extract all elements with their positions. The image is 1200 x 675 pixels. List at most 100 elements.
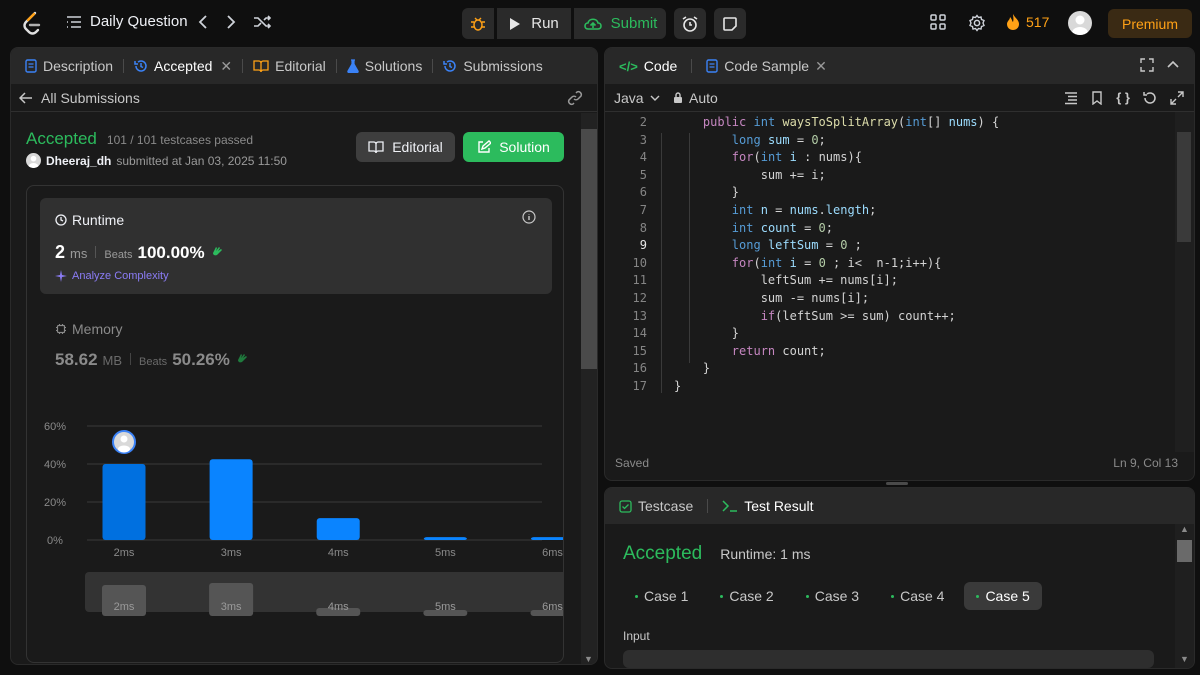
runtime-panel[interactable]: Runtime 2 ms Beats 100.00% Analyze Compl… [40,198,552,294]
close-tab-icon[interactable]: ✕ [220,58,232,75]
code-line[interactable]: 15 return count; [605,344,1175,362]
code-line[interactable]: 8 int count = 0; [605,221,1175,239]
code-line[interactable]: 3 long sum = 0; [605,133,1175,151]
tab-test-result[interactable]: Test Result [720,498,815,514]
analyze-complexity-link[interactable]: Analyze Complexity [55,270,169,282]
code-line[interactable]: 13 if(leftSum >= sum) count++; [605,309,1175,327]
autocomplete-mode[interactable]: Auto [673,90,718,106]
link-icon[interactable] [567,90,583,106]
x-tick-label: 6ms [542,547,563,559]
code-scrollbar[interactable] [1175,112,1194,452]
result-scrollbar[interactable]: ▲ ▼ [1175,524,1194,668]
code-token: n [760,202,768,217]
case-tab[interactable]: Case 5 [964,582,1042,610]
code-line[interactable]: 6 } [605,185,1175,203]
code-token: waysToSplitArray [782,115,899,129]
next-question-icon[interactable] [224,12,238,32]
runtime-unit: ms [70,246,88,261]
timer-button[interactable] [674,8,706,39]
code-line[interactable]: 4 for(int i : nums){ [605,150,1175,168]
flask-icon [346,59,359,73]
premium-button[interactable]: Premium [1108,9,1192,38]
reset-icon[interactable] [1143,90,1157,105]
streak-counter[interactable]: 517 [1006,13,1049,31]
resize-handle[interactable] [886,482,908,485]
tab-testcase[interactable]: Testcase [617,498,695,514]
code-line[interactable]: 2 public int waysToSplitArray(int[] nums… [605,115,1175,133]
submit-button[interactable]: Submit [574,8,666,39]
code-line[interactable]: 5 sum += i; [605,168,1175,186]
code-scrollbar-thumb[interactable] [1177,132,1191,242]
code-editor[interactable]: 2 public int waysToSplitArray(int[] nums… [605,115,1175,405]
chart-bar[interactable] [209,459,253,540]
tab-code[interactable]: </> Code [617,58,679,74]
submission-username[interactable]: Dheeraj_dh [46,154,111,168]
tab-code-sample[interactable]: Code Sample ✕ [704,58,829,75]
memory-label: Memory [72,321,123,337]
format-icon[interactable] [1064,90,1078,105]
scroll-down-icon[interactable]: ▼ [584,654,593,664]
settings-gear-icon[interactable] [968,14,986,32]
chart-bar[interactable] [102,464,146,540]
tab-submissions[interactable]: Submissions [441,58,544,74]
chart-bar[interactable] [316,518,360,540]
chart-minimap [85,572,563,612]
run-button[interactable]: Run [497,8,571,39]
info-icon[interactable] [522,210,536,224]
tab-accepted[interactable]: Accepted ✕ [132,58,234,75]
collapse-icon[interactable] [1166,58,1180,72]
solution-button[interactable]: Solution [463,132,564,162]
code-line[interactable]: 11 leftSum += nums[i]; [605,273,1175,291]
user-avatar-small[interactable] [26,153,41,168]
notes-button[interactable] [714,8,746,39]
code-line[interactable]: 17} [605,379,1175,397]
expand-icon[interactable] [1170,90,1184,105]
editorial-button[interactable]: Editorial [356,132,455,162]
code-line[interactable]: 12 sum -= nums[i]; [605,291,1175,309]
case-tab[interactable]: Case 1 [623,582,700,610]
left-scrollbar[interactable]: ▼ [581,113,597,664]
input-label: Input [623,629,650,643]
problem-list-button[interactable]: Daily Question [66,13,188,30]
bookmark-icon[interactable] [1091,90,1103,105]
left-scrollbar-thumb[interactable] [581,129,597,369]
code-line[interactable]: 14 } [605,326,1175,344]
code-token: long [731,132,761,147]
line-number: 16 [632,361,647,376]
case-tab[interactable]: Case 4 [879,582,956,610]
result-scrollbar-thumb[interactable] [1177,540,1192,562]
close-tab-icon[interactable]: ✕ [815,58,827,75]
memory-panel[interactable]: Memory 58.62 MB Beats 50.26% [40,306,552,384]
fullscreen-icon[interactable] [1140,58,1154,72]
back-to-submissions-link[interactable]: All Submissions [19,90,140,106]
layout-grid-icon[interactable] [930,14,946,30]
prev-question-icon[interactable] [196,12,210,32]
chart-bar[interactable] [423,537,467,540]
language-select[interactable]: Java [614,90,660,106]
code-line[interactable]: 9 long leftSum = 0 ; [605,238,1175,256]
tab-solutions[interactable]: Solutions [345,58,425,74]
leetcode-logo-icon[interactable] [22,11,42,38]
debug-button[interactable] [462,8,494,39]
case-tab[interactable]: Case 2 [708,582,785,610]
shuffle-icon[interactable] [252,12,272,32]
code-line[interactable]: 16 } [605,361,1175,379]
code-line[interactable]: 7 int n = nums.length; [605,203,1175,221]
braces-icon[interactable]: { } [1116,90,1130,105]
chart-bar[interactable] [530,537,563,540]
code-token: ; [869,202,877,217]
tab-description[interactable]: Description [23,58,115,74]
tab-editorial[interactable]: Editorial [251,58,328,74]
code-line[interactable]: 10 for(int i = 0 ; i< n-1;i++){ [605,256,1175,274]
case-tab[interactable]: Case 3 [794,582,871,610]
input-box[interactable] [623,650,1154,668]
user-avatar[interactable] [1068,11,1092,35]
scroll-up-icon[interactable]: ▲ [1180,524,1189,534]
scroll-down-icon[interactable]: ▼ [1180,654,1189,664]
minimap-label: 2ms [114,601,135,613]
result-status: Accepted [623,543,703,564]
